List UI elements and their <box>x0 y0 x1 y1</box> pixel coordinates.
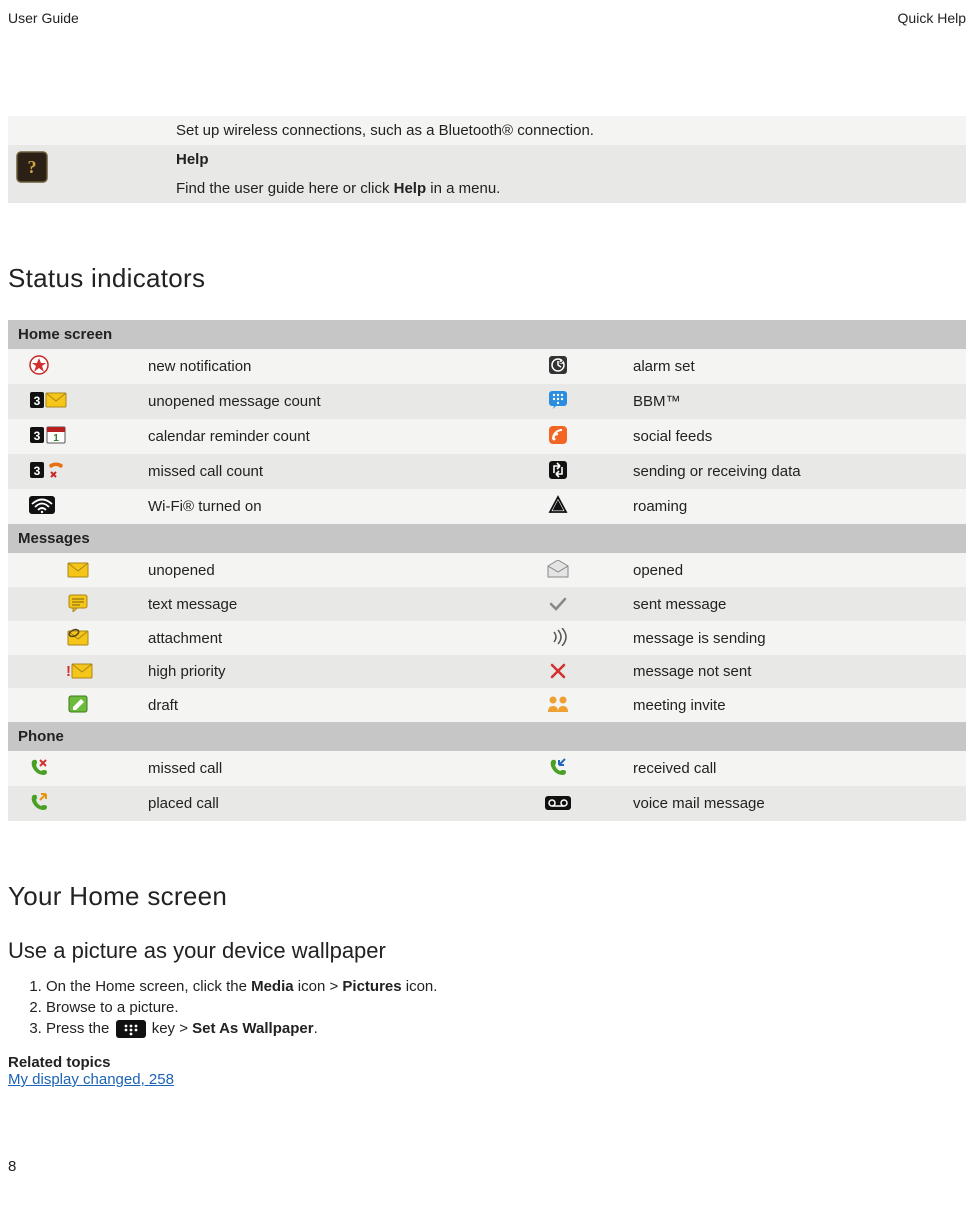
svg-text:3: 3 <box>34 429 41 443</box>
wallpaper-steps: On the Home screen, click the Media icon… <box>46 976 966 1040</box>
related-topics-label: Related topics <box>8 1054 966 1071</box>
new-notification-label: new notification <box>138 349 493 384</box>
svg-text:3: 3 <box>34 394 41 408</box>
unopened-label: unopened <box>138 553 493 587</box>
page-number: 8 <box>8 1158 966 1175</box>
step-2: Browse to a picture. <box>46 997 966 1018</box>
unopened-count-label: unopened message count <box>138 384 493 419</box>
status-indicators-heading: Status indicators <box>8 263 966 294</box>
opened-msg-icon <box>547 558 569 580</box>
calendar-count-icon: 31 <box>28 424 68 446</box>
received-call-label: received call <box>623 751 966 786</box>
step1-pre: On the Home screen, click the <box>46 978 251 995</box>
help-body-pre: Find the user guide here or click <box>176 180 394 197</box>
not-sent-icon <box>547 660 569 682</box>
roaming-label: roaming <box>623 489 966 524</box>
attachment-icon <box>67 626 89 648</box>
bbm-icon <box>547 389 569 411</box>
header-left: User Guide <box>8 10 79 26</box>
step3-post: . <box>314 1020 318 1037</box>
step-1: On the Home screen, click the Media icon… <box>46 976 966 997</box>
not-sent-label: message not sent <box>623 655 966 688</box>
related-link[interactable]: My display changed, 258 <box>8 1071 174 1088</box>
unopened-msg-icon <box>67 559 89 581</box>
header-right: Quick Help <box>898 10 966 26</box>
home-screen-header: Home screen <box>8 320 966 349</box>
sent-msg-icon <box>547 593 569 615</box>
step1-b1: Media <box>251 978 294 995</box>
meeting-invite-icon <box>546 693 570 715</box>
step1-post: icon. <box>402 978 438 995</box>
setup-text: Set up wireless connections, such as a B… <box>168 116 966 145</box>
social-feeds-label: social feeds <box>623 419 966 454</box>
wallpaper-subheading: Use a picture as your device wallpaper <box>8 938 966 964</box>
phone-header: Phone <box>8 722 966 751</box>
help-body: Find the user guide here or click Help i… <box>168 174 966 203</box>
placed-call-label: placed call <box>138 786 493 821</box>
data-transfer-icon <box>547 459 569 481</box>
svg-text:3: 3 <box>34 464 41 478</box>
text-msg-label: text message <box>138 587 493 621</box>
intro-table: Set up wireless connections, such as a B… <box>8 116 966 203</box>
data-transfer-label: sending or receiving data <box>623 454 966 489</box>
sending-label: message is sending <box>623 621 966 655</box>
step3-pre: Press the <box>46 1020 114 1037</box>
attachment-label: attachment <box>138 621 493 655</box>
draft-label: draft <box>138 688 493 722</box>
meeting-invite-label: meeting invite <box>623 688 966 722</box>
blackberry-key-icon <box>116 1020 146 1038</box>
wifi-label: Wi-Fi® turned on <box>138 489 493 524</box>
sending-icon <box>547 626 569 648</box>
home-screen-heading: Your Home screen <box>8 881 966 912</box>
calendar-count-label: calendar reminder count <box>138 419 493 454</box>
notification-icon <box>28 354 50 376</box>
help-body-post: in a menu. <box>426 180 500 197</box>
step3-mid: key > <box>148 1020 193 1037</box>
bbm-label: BBM™ <box>623 384 966 419</box>
step-3: Press the key > Set As Wallpaper. <box>46 1018 966 1040</box>
social-feeds-icon <box>547 424 569 446</box>
missed-call-count-icon: 3 <box>28 459 68 481</box>
step1-mid: icon > <box>294 978 343 995</box>
voicemail-label: voice mail message <box>623 786 966 821</box>
missed-call-label: missed call <box>138 751 493 786</box>
high-priority-icon: ! <box>63 660 93 682</box>
text-msg-icon <box>67 592 89 614</box>
help-body-bold: Help <box>394 180 427 197</box>
high-priority-label: high priority <box>138 655 493 688</box>
svg-text:1: 1 <box>53 433 59 444</box>
wifi-icon <box>28 494 56 516</box>
alarm-icon <box>547 354 569 376</box>
step1-b2: Pictures <box>342 978 401 995</box>
step3-b: Set As Wallpaper <box>192 1020 313 1037</box>
missed-call-count-label: missed call count <box>138 454 493 489</box>
svg-text:!: ! <box>66 663 71 679</box>
placed-call-icon <box>28 791 50 813</box>
roaming-icon <box>547 494 569 516</box>
received-call-icon <box>547 756 569 778</box>
help-icon: ? <box>16 151 48 183</box>
alarm-set-label: alarm set <box>623 349 966 384</box>
missed-call-icon <box>28 756 50 778</box>
opened-label: opened <box>623 553 966 587</box>
status-indicators-table: Home screen new notification alarm set 3… <box>8 320 966 821</box>
voicemail-icon <box>544 792 572 814</box>
messages-header: Messages <box>8 524 966 553</box>
svg-text:?: ? <box>28 157 37 177</box>
sent-msg-label: sent message <box>623 587 966 621</box>
unopened-count-icon: 3 <box>28 389 68 411</box>
help-title: Help <box>176 151 209 168</box>
page-header: User Guide Quick Help <box>8 10 966 26</box>
draft-icon <box>67 693 89 715</box>
